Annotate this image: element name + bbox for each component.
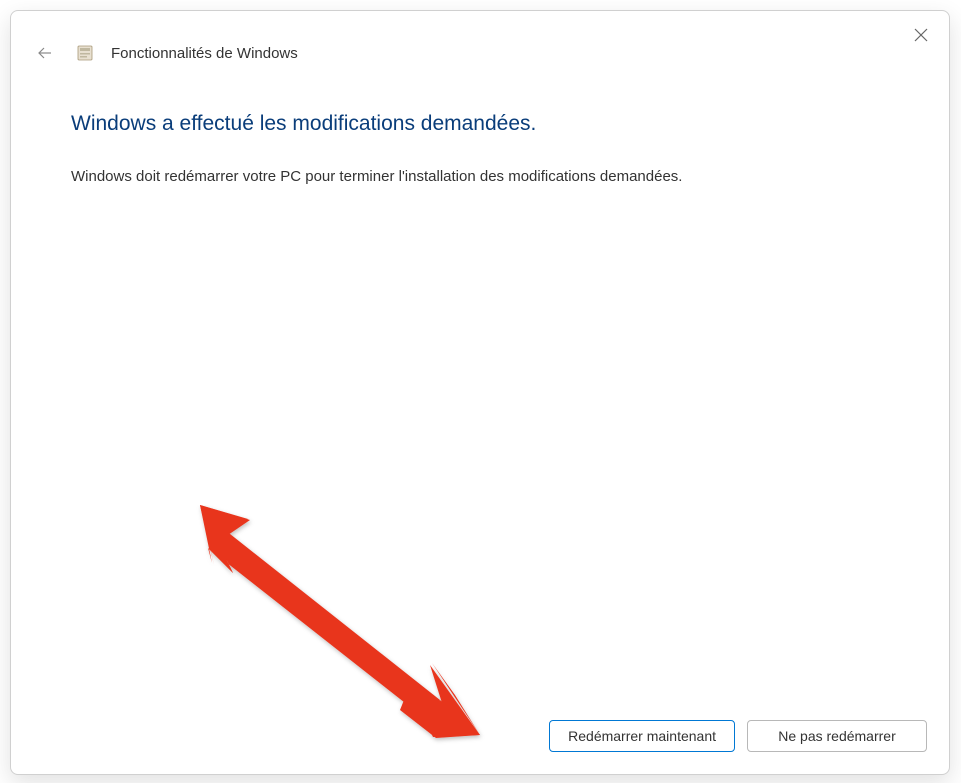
dialog-footer: Redémarrer maintenant Ne pas redémarrer (11, 702, 949, 774)
dialog-header: Fonctionnalités de Windows (11, 11, 949, 67)
description-text: Windows doit redémarrer votre PC pour te… (71, 166, 889, 189)
back-arrow-icon (35, 43, 55, 63)
windows-features-dialog: Fonctionnalités de Windows Windows a eff… (10, 10, 950, 775)
main-heading: Windows a effectué les modifications dem… (71, 112, 889, 136)
dialog-title: Fonctionnalités de Windows (111, 45, 298, 62)
close-button[interactable] (909, 23, 933, 47)
dialog-content: Windows a effectué les modifications dem… (11, 67, 949, 702)
close-icon (914, 28, 928, 42)
back-button[interactable] (31, 39, 59, 67)
dont-restart-button[interactable]: Ne pas redémarrer (747, 720, 927, 752)
windows-features-icon (75, 43, 95, 63)
restart-now-button[interactable]: Redémarrer maintenant (549, 720, 735, 752)
